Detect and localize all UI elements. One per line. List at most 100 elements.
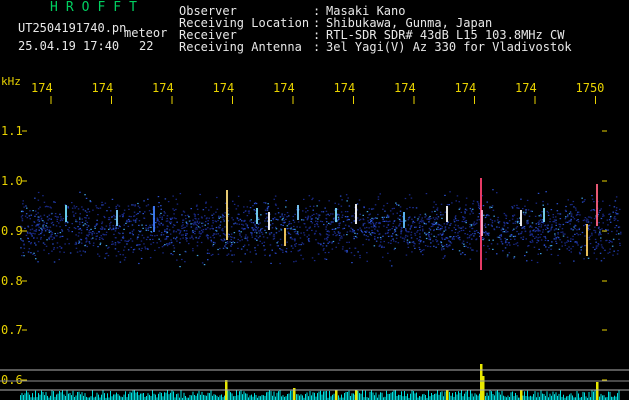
meter-bar bbox=[546, 391, 548, 400]
meter-bar bbox=[338, 395, 339, 400]
noise-dot bbox=[483, 238, 485, 240]
noise-dot bbox=[576, 229, 578, 231]
noise-dot bbox=[279, 248, 281, 250]
noise-dot bbox=[491, 225, 493, 227]
meter-bar bbox=[528, 396, 530, 400]
noise-dot bbox=[395, 234, 397, 236]
noise-dot bbox=[316, 223, 318, 225]
noise-dot bbox=[392, 233, 394, 235]
noise-dot bbox=[48, 229, 51, 231]
noise-dot bbox=[483, 224, 486, 227]
meter-bar bbox=[143, 393, 144, 400]
noise-dot bbox=[439, 211, 442, 213]
meter-bar bbox=[81, 392, 83, 400]
noise-dot bbox=[41, 228, 43, 231]
noise-dot bbox=[540, 224, 543, 226]
noise-dot bbox=[591, 232, 593, 234]
noise-dot bbox=[24, 227, 26, 229]
noise-dot bbox=[101, 204, 103, 206]
noise-dot bbox=[521, 231, 523, 233]
noise-dot bbox=[483, 245, 485, 247]
noise-dot bbox=[437, 226, 439, 228]
noise-dot bbox=[603, 257, 605, 259]
noise-dot bbox=[573, 206, 575, 208]
noise-dot bbox=[581, 231, 584, 234]
noise-dot bbox=[78, 241, 81, 243]
meter-bar bbox=[560, 390, 561, 400]
noise-dot bbox=[383, 220, 386, 222]
noise-dot bbox=[526, 221, 528, 223]
noise-dot bbox=[337, 231, 340, 233]
meter-bar bbox=[386, 390, 387, 400]
meter-bar bbox=[246, 393, 248, 400]
noise-dot bbox=[295, 233, 297, 235]
noise-dot bbox=[42, 220, 44, 222]
noise-dot bbox=[264, 202, 267, 204]
noise-dot bbox=[477, 231, 479, 234]
noise-dot bbox=[451, 202, 453, 204]
noise-dot bbox=[152, 242, 155, 244]
noise-dot bbox=[332, 240, 335, 243]
noise-dot bbox=[316, 205, 318, 207]
noise-dot bbox=[127, 249, 130, 251]
noise-dot bbox=[485, 258, 487, 260]
noise-dot bbox=[212, 241, 215, 243]
noise-dot bbox=[116, 204, 119, 206]
noise-dot bbox=[550, 253, 553, 256]
noise-dot bbox=[217, 248, 219, 251]
noise-dot bbox=[115, 205, 117, 208]
noise-dot bbox=[483, 232, 485, 234]
noise-dot bbox=[609, 251, 611, 253]
noise-dot bbox=[307, 216, 309, 218]
noise-dot bbox=[94, 227, 96, 229]
noise-dot bbox=[151, 224, 154, 226]
noise-dot bbox=[380, 241, 382, 243]
meter-bar bbox=[119, 395, 120, 400]
noise-dot bbox=[125, 222, 127, 224]
noise-dot bbox=[78, 232, 80, 234]
noise-dot bbox=[609, 217, 612, 219]
noise-dot bbox=[166, 243, 168, 245]
x-tick-label: 174 bbox=[31, 81, 53, 95]
noise-dot bbox=[311, 257, 314, 259]
noise-dot bbox=[155, 222, 157, 224]
noise-dot bbox=[544, 224, 547, 226]
noise-dot bbox=[223, 220, 225, 222]
noise-dot bbox=[218, 217, 220, 219]
noise-dot bbox=[128, 239, 130, 241]
noise-dot bbox=[369, 213, 371, 215]
noise-dot bbox=[248, 212, 250, 214]
noise-dot bbox=[537, 230, 540, 232]
y-tick-label: 0.9 bbox=[1, 224, 23, 238]
meter-bar bbox=[53, 391, 54, 400]
noise-dot bbox=[122, 254, 124, 256]
meter-bar bbox=[233, 396, 234, 400]
noise-dot bbox=[430, 242, 432, 244]
noise-dot bbox=[502, 250, 504, 252]
meter-bar bbox=[309, 391, 311, 400]
noise-dot bbox=[88, 229, 91, 232]
noise-dot bbox=[504, 214, 507, 216]
noise-dot bbox=[451, 230, 453, 232]
meter-bar bbox=[311, 395, 312, 400]
meter-bar bbox=[140, 393, 141, 400]
noise-dot bbox=[474, 233, 476, 235]
noise-dot bbox=[588, 225, 590, 227]
meteor-streak bbox=[543, 208, 545, 222]
noise-dot bbox=[554, 233, 556, 235]
noise-dot bbox=[289, 233, 292, 235]
noise-dot bbox=[328, 234, 330, 236]
noise-dot bbox=[602, 200, 604, 202]
noise-dot bbox=[419, 229, 421, 231]
noise-dot bbox=[414, 226, 416, 228]
noise-dot bbox=[208, 217, 210, 219]
noise-dot bbox=[392, 226, 394, 228]
noise-dot bbox=[112, 243, 114, 245]
noise-dot bbox=[350, 252, 353, 254]
meter-bar bbox=[533, 394, 534, 400]
noise-dot bbox=[566, 236, 569, 238]
meter-bar bbox=[201, 391, 203, 400]
noise-dot bbox=[424, 216, 426, 218]
noise-dot bbox=[395, 241, 397, 243]
meter-bar bbox=[170, 392, 171, 400]
